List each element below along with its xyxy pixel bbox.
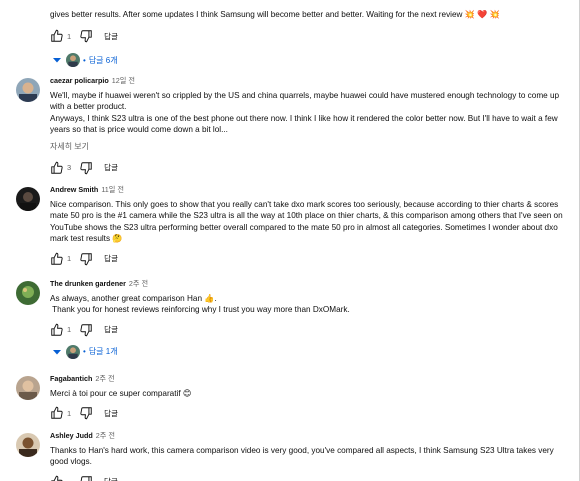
author-name[interactable]: Fagabantich	[50, 374, 92, 383]
timestamp[interactable]: 2주 전	[129, 279, 148, 288]
comment-header: The drunken gardener 2주 전	[50, 279, 570, 289]
avatar[interactable]	[16, 433, 40, 457]
avatar[interactable]	[16, 376, 40, 400]
thumb-up-icon[interactable]	[50, 406, 64, 420]
avatar[interactable]	[16, 281, 40, 305]
author-name[interactable]: caezar policarpio	[50, 76, 109, 85]
thumb-up-icon[interactable]	[50, 323, 64, 337]
comment-text: gives better results. After some updates…	[50, 9, 570, 20]
like-count: 1	[67, 254, 72, 264]
comment-text-line: Thanks to Han's hard work, this camera c…	[50, 446, 554, 467]
timestamp[interactable]: 2주 전	[95, 374, 114, 383]
comments-panel: gives better results. After some updates…	[0, 0, 580, 481]
comment-actions: 1 답글	[50, 322, 570, 338]
comment-header: Andrew Smith 11일 전	[50, 185, 570, 195]
comment-text: Thanks to Han's hard work, this camera c…	[50, 445, 570, 468]
comment-actions: 3 답글	[50, 160, 570, 176]
thumb-down-icon[interactable]	[79, 406, 93, 420]
reply-avatar	[66, 344, 80, 359]
reply-button[interactable]: 답글	[104, 162, 118, 173]
replies-count-label: 답글 1개	[88, 347, 118, 357]
view-replies-button[interactable]: • 답글 1개	[52, 344, 570, 360]
comment-text-line: As always, another great comparison Han …	[50, 294, 217, 303]
thumb-down-icon[interactable]	[79, 29, 93, 43]
caret-down-icon	[52, 347, 62, 357]
reply-button[interactable]: 답글	[104, 253, 118, 264]
reply-button[interactable]: 답글	[104, 408, 118, 419]
timestamp[interactable]: 2주 전	[96, 431, 115, 440]
like-count: 1	[67, 31, 72, 41]
replies-count-label: 답글 6개	[88, 55, 118, 65]
thumb-up-icon[interactable]	[50, 252, 64, 266]
comment-text-line: gives better results. After some updates…	[50, 10, 500, 19]
thumb-up-icon[interactable]	[50, 29, 64, 43]
thumb-down-icon[interactable]	[79, 161, 93, 175]
author-name[interactable]: The drunken gardener	[50, 279, 126, 288]
reply-button[interactable]: 답글	[104, 324, 118, 335]
comment-actions: 1 답글	[50, 28, 570, 44]
like-count: 1	[67, 408, 72, 418]
caret-down-icon	[52, 55, 62, 65]
view-replies-button[interactable]: • 답글 6개	[52, 52, 570, 68]
avatar[interactable]	[16, 187, 40, 211]
comment-text-line: We'll, maybe if huawei weren't so crippl…	[50, 91, 560, 112]
comment-header: Fagabantich 2주 전	[50, 374, 570, 384]
comment-text: We'll, maybe if huawei weren't so crippl…	[50, 90, 570, 136]
thumb-up-icon[interactable]	[50, 161, 64, 175]
read-more-link[interactable]: 자세히 보기	[50, 141, 89, 152]
like-count: 3	[67, 163, 72, 173]
thumb-down-icon[interactable]	[79, 475, 93, 481]
like-count: 1	[67, 325, 72, 335]
comment-text-line: Nice comparison. This only goes to show …	[50, 200, 563, 244]
timestamp[interactable]: 12일 전	[112, 76, 135, 85]
comment-actions: 1 답글	[50, 405, 570, 421]
comment-text-line: Thank you for honest reviews reinforcing…	[50, 305, 350, 315]
author-name[interactable]: Andrew Smith	[50, 185, 98, 194]
timestamp[interactable]: 11일 전	[101, 185, 124, 194]
comment-text: Nice comparison. This only goes to show …	[50, 199, 570, 245]
thumb-down-icon[interactable]	[79, 252, 93, 266]
comment-actions: 1 답글	[50, 251, 570, 267]
reply-button[interactable]: 답글	[104, 31, 118, 42]
comment-text-line: Merci à toi pour ce super comparatif 😊	[50, 389, 192, 398]
thumb-up-icon[interactable]	[50, 475, 64, 481]
reply-avatar	[66, 53, 80, 68]
comment-text: Merci à toi pour ce super comparatif 😊	[50, 388, 570, 399]
thumb-down-icon[interactable]	[79, 323, 93, 337]
comment-actions: 답글	[50, 474, 570, 481]
avatar[interactable]	[16, 78, 40, 102]
comment-header: caezar policarpio 12일 전	[50, 76, 570, 86]
author-name[interactable]: Ashley Judd	[50, 431, 93, 440]
comment-header: Ashley Judd 2주 전	[50, 431, 570, 441]
comment-text-line: Anyways, I think S23 ultra is one of the…	[50, 113, 558, 135]
comment-text: As always, another great comparison Han …	[50, 293, 570, 316]
reply-button[interactable]: 답글	[104, 476, 118, 481]
